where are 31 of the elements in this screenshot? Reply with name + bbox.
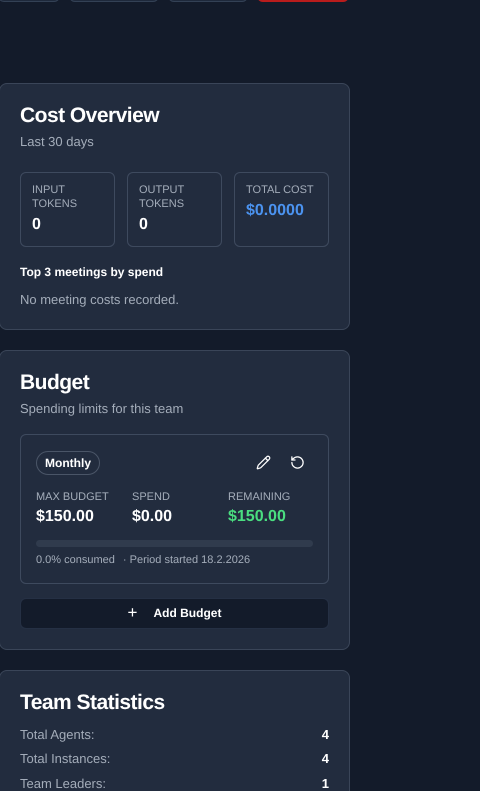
stat-value: 4 [322,750,329,768]
figure-value: $150.00 [36,507,94,527]
card-title: Cost Overview [20,104,160,128]
figure-label: SPEND [132,490,170,504]
stat-value: 1 [322,774,329,791]
period-badge: Monthly [36,450,100,474]
stat-value: $0.0000 [246,200,305,220]
stat-label: TOTAL COST [246,182,315,196]
card-title: Budget [20,371,90,395]
figure-value: $0.00 [132,507,172,527]
stat-label: OUTPUT TOKENS [139,182,186,210]
figure-label: REMAINING [228,490,290,504]
reset-icon[interactable] [290,455,305,470]
edit-icon[interactable] [256,455,271,470]
consumed-text: 0.0% consumed [36,553,115,568]
empty-message: No meeting costs recorded. [20,290,180,309]
card-subtitle: Last 30 days [20,133,95,151]
stat-label: INPUT TOKENS [32,182,78,210]
stat-label: Team Leaders: [20,774,106,791]
stat-value: 0 [32,214,42,234]
stat-label: Total Agents: [20,726,94,744]
add-budget-button[interactable]: + Add Budget [20,598,329,628]
stat-label: Total Instances: [20,750,110,768]
figure-label: MAX BUDGET [36,490,109,504]
stat-value: 0 [139,214,149,234]
card-title: Team Statistics [20,690,166,714]
period-start-text: · Period started 18.2.2026 [122,553,250,568]
figure-value: $150.00 [228,507,286,527]
stat-value: 4 [322,726,329,744]
section-heading: Top 3 meetings by spend [20,264,164,280]
card-subtitle: Spending limits for this team [20,400,184,418]
